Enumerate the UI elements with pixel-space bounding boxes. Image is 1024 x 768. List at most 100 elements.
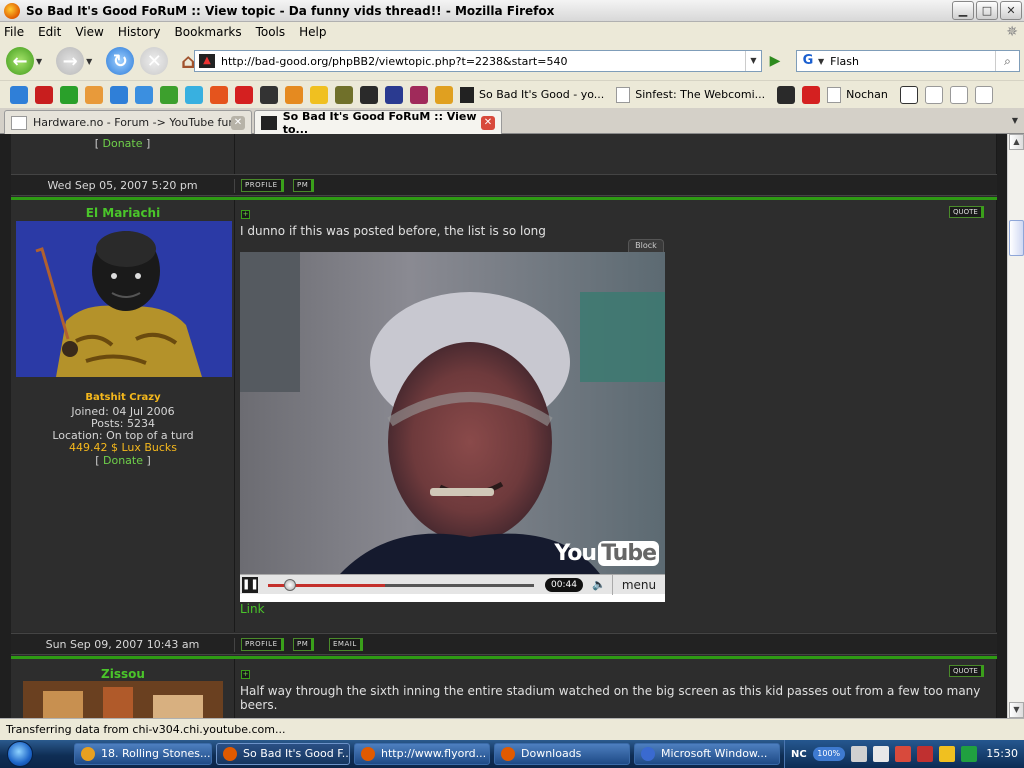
bookmark-icon-17[interactable] bbox=[410, 85, 428, 104]
seek-handle[interactable] bbox=[284, 579, 296, 591]
menu-history[interactable]: History bbox=[118, 25, 161, 39]
pm-button[interactable]: PM bbox=[293, 638, 315, 651]
tray-tool-icon[interactable] bbox=[916, 746, 933, 762]
youtube-logo[interactable]: You Tube bbox=[554, 541, 659, 566]
firefox-icon bbox=[223, 747, 237, 761]
video-frame[interactable]: You Tube bbox=[240, 252, 665, 574]
video-menu-button[interactable]: menu bbox=[612, 575, 665, 595]
bookmark-icon-8[interactable] bbox=[185, 85, 203, 104]
forum-table: [ Donate ] Wed Sep 05, 2007 5:20 pm PROF… bbox=[11, 134, 997, 718]
close-tab-icon[interactable]: ✕ bbox=[231, 116, 245, 130]
bookmark-icon-5[interactable] bbox=[110, 85, 128, 104]
bookmark-icon-19[interactable] bbox=[777, 85, 796, 104]
email-button[interactable]: EMAIL bbox=[329, 638, 363, 651]
back-history-dropdown-icon[interactable]: ▼ bbox=[36, 57, 42, 66]
stop-button[interactable]: ✕ bbox=[140, 47, 169, 75]
bookmark-icon-4[interactable] bbox=[85, 85, 103, 104]
bookmark-icon-12[interactable] bbox=[285, 85, 303, 104]
taskbar-item-microsoft-windows[interactable]: Microsoft Window... bbox=[634, 743, 780, 765]
post-icon[interactable]: + bbox=[241, 210, 250, 219]
post-icon[interactable]: + bbox=[241, 670, 250, 679]
google-engine-icon[interactable]: G bbox=[799, 52, 817, 70]
page-scrollbar[interactable]: ▲ ▼ bbox=[1007, 134, 1024, 718]
bookmark-icon-11[interactable] bbox=[260, 85, 278, 104]
menu-edit[interactable]: Edit bbox=[38, 25, 61, 39]
bookmark-icon-15[interactable] bbox=[360, 85, 378, 104]
back-button[interactable]: ← bbox=[6, 47, 34, 75]
tray-speaker-icon[interactable] bbox=[960, 746, 977, 762]
bookmark-icon-18[interactable] bbox=[435, 85, 453, 104]
tray-network-icon[interactable] bbox=[938, 746, 955, 762]
search-icon[interactable]: ⌕ bbox=[995, 51, 1019, 71]
scroll-thumb[interactable] bbox=[1009, 220, 1024, 256]
block-video-button[interactable]: Block bbox=[628, 239, 664, 252]
bookmark-nochan[interactable]: Nochan bbox=[827, 86, 888, 103]
bookmark-page-icon-2[interactable] bbox=[949, 85, 968, 104]
bookmark-icon-16[interactable] bbox=[385, 85, 403, 104]
reload-button[interactable]: ↻ bbox=[106, 47, 135, 75]
quote-button[interactable]: QUOTE bbox=[949, 206, 984, 218]
search-input[interactable] bbox=[830, 54, 991, 68]
post-username[interactable]: Zissou bbox=[11, 667, 235, 681]
bookmark-icon-9[interactable] bbox=[210, 85, 228, 104]
scroll-down-arrow-icon[interactable]: ▼ bbox=[1009, 702, 1024, 718]
menu-help[interactable]: Help bbox=[299, 25, 326, 39]
menu-file[interactable]: File bbox=[4, 25, 24, 39]
bookmark-icon-10[interactable] bbox=[235, 85, 253, 104]
bookmark-icon-7[interactable] bbox=[160, 85, 178, 104]
bookmark-icon-20[interactable] bbox=[802, 85, 821, 104]
bookmark-icon-2[interactable] bbox=[35, 85, 53, 104]
menu-view[interactable]: View bbox=[75, 25, 103, 39]
taskbar-item-downloads[interactable]: Downloads bbox=[494, 743, 630, 765]
tray-zoom-indicator[interactable]: 100% bbox=[812, 747, 845, 761]
address-url[interactable]: http://bad-good.org/phpBB2/viewtopic.php… bbox=[221, 55, 567, 68]
bookmark-icon-14[interactable] bbox=[335, 85, 353, 104]
bookmark-page-icon-3[interactable] bbox=[974, 85, 993, 104]
bookmark-icon-21[interactable] bbox=[899, 85, 918, 104]
post-username[interactable]: El Mariachi bbox=[11, 206, 235, 220]
scroll-up-arrow-icon[interactable]: ▲ bbox=[1009, 134, 1024, 150]
donate-link[interactable]: Donate bbox=[103, 454, 143, 467]
close-tab-icon[interactable]: ✕ bbox=[481, 116, 495, 130]
taskbar-item-firefox-flyord[interactable]: http://www.flyord... bbox=[354, 743, 490, 765]
search-engine-dropdown-icon[interactable]: ▼ bbox=[818, 57, 824, 66]
tray-app-icon[interactable] bbox=[872, 746, 889, 762]
tray-nc-label[interactable]: NC bbox=[791, 749, 807, 760]
bookmark-icon-1[interactable] bbox=[10, 85, 28, 104]
minimize-button[interactable]: ▁ bbox=[952, 1, 974, 20]
go-button[interactable]: ▶ bbox=[764, 51, 786, 71]
forward-button[interactable]: → bbox=[56, 47, 85, 75]
volume-icon[interactable]: 🔈 bbox=[590, 577, 608, 593]
donate-link[interactable]: Donate bbox=[103, 137, 143, 150]
tray-back-arrow-icon[interactable] bbox=[850, 746, 867, 762]
maximize-button[interactable]: □ bbox=[976, 1, 998, 20]
taskbar-item-firefox-forum[interactable]: So Bad It's Good F... bbox=[216, 743, 350, 765]
quote-button[interactable]: QUOTE bbox=[949, 665, 984, 677]
tab-list-dropdown-icon[interactable]: ▼ bbox=[1012, 116, 1018, 125]
tray-shield-icon[interactable] bbox=[894, 746, 911, 762]
bookmark-page-icon-1[interactable] bbox=[924, 85, 943, 104]
profile-button[interactable]: PROFILE bbox=[241, 638, 284, 651]
taskbar-item-rolling-stones[interactable]: 18. Rolling Stones... bbox=[74, 743, 212, 765]
menu-tools[interactable]: Tools bbox=[256, 25, 286, 39]
tab-hardware-forum[interactable]: Hardware.no - Forum -> YouTube fun... ✕ bbox=[4, 110, 252, 134]
bookmark-icon-6[interactable] bbox=[135, 85, 153, 104]
bookmark-label: Nochan bbox=[846, 88, 888, 101]
menu-bookmarks[interactable]: Bookmarks bbox=[175, 25, 242, 39]
forward-history-dropdown-icon[interactable]: ▼ bbox=[86, 57, 92, 66]
bookmark-icon-3[interactable] bbox=[60, 85, 78, 104]
pause-button[interactable]: ❚❚ bbox=[242, 577, 259, 593]
profile-button[interactable]: PROFILE bbox=[241, 179, 284, 192]
video-link[interactable]: Link bbox=[240, 602, 265, 616]
url-history-dropdown-icon[interactable]: ▼ bbox=[745, 51, 761, 71]
bookmark-so-bad-its-good[interactable]: So Bad It's Good - yo... bbox=[460, 86, 604, 103]
bookmark-icon-13[interactable] bbox=[310, 85, 328, 104]
start-button[interactable] bbox=[0, 740, 40, 768]
pm-button[interactable]: PM bbox=[293, 179, 315, 192]
youtube-player[interactable]: You Tube ❚❚ 00:44 🔈 menu bbox=[240, 252, 665, 602]
tray-clock[interactable]: 15:30 bbox=[986, 747, 1018, 760]
address-bar[interactable]: ▲ http://bad-good.org/phpBB2/viewtopic.p… bbox=[194, 50, 762, 72]
close-button[interactable]: ✕ bbox=[1000, 1, 1022, 20]
tab-so-bad-its-good[interactable]: So Bad It's Good FoRuM :: View to... ✕ bbox=[254, 110, 502, 136]
bookmark-sinfest[interactable]: Sinfest: The Webcomi... bbox=[616, 86, 765, 103]
